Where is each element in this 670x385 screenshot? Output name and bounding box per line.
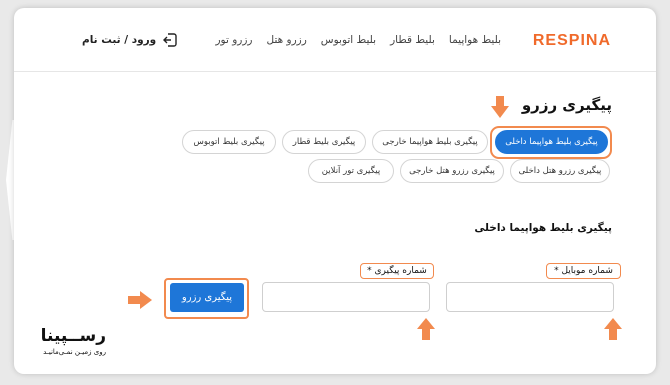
mobile-label: شماره موبایل * [546, 263, 621, 279]
nav-hotel[interactable]: رزرو هتل [267, 34, 307, 46]
tab-international-flight[interactable]: پیگیری بلیط هواپیما خارجی [372, 130, 488, 154]
arrow-up-icon [604, 318, 622, 340]
tracking-input[interactable] [262, 282, 430, 312]
login-label: ورود / ثبت نام [82, 34, 157, 46]
tracking-label: شماره پیگیری * [360, 263, 434, 279]
mobile-input[interactable] [446, 282, 614, 312]
arrow-down-icon [491, 96, 509, 118]
arrow-right-icon [128, 291, 152, 309]
nav-bus[interactable]: بلیط اتوبوس [321, 34, 376, 46]
section-title: پیگیری بلیط هواپیما داخلی [474, 222, 612, 234]
top-header: RESPINA بلیط هواپیما بلیط قطار بلیط اتوب… [14, 8, 656, 72]
tab-domestic-hotel[interactable]: پیگیری رزرو هتل داخلی [510, 159, 610, 183]
tab-bus[interactable]: پیگیری بلیط اتوبوس [182, 130, 276, 154]
watermark-main: رســپینا [40, 326, 106, 346]
track-reservation-button[interactable]: پیگیری رزرو [170, 283, 244, 312]
watermark-logo: رســپینا روی زمیـن نمـی‌مانیـد [22, 326, 106, 356]
main-nav: بلیط هواپیما بلیط قطار بلیط اتوبوس رزرو … [215, 34, 501, 46]
page-card: RESPINA بلیط هواپیما بلیط قطار بلیط اتوب… [14, 8, 656, 374]
tab-domestic-flight[interactable]: پیگیری بلیط هواپیما داخلی [495, 130, 608, 154]
brand-logo[interactable]: RESPINA [533, 32, 611, 50]
nav-tour[interactable]: رزرو تور [215, 34, 252, 46]
page-title: پیگیری رزرو [521, 96, 612, 114]
login-icon [163, 33, 177, 47]
nav-flight[interactable]: بلیط هواپیما [449, 34, 501, 46]
nav-train[interactable]: بلیط قطار [390, 34, 435, 46]
login-button[interactable]: ورود / ثبت نام [82, 32, 178, 48]
tab-international-hotel[interactable]: پیگیری رزرو هتل خارجی [400, 159, 504, 183]
tab-train[interactable]: پیگیری بلیط قطار [282, 130, 366, 154]
watermark-tagline: روی زمیـن نمـی‌مانیـد [43, 348, 106, 356]
arrow-up-icon [417, 318, 435, 340]
tab-online-tour[interactable]: پیگیری تور آنلاین [308, 159, 394, 183]
